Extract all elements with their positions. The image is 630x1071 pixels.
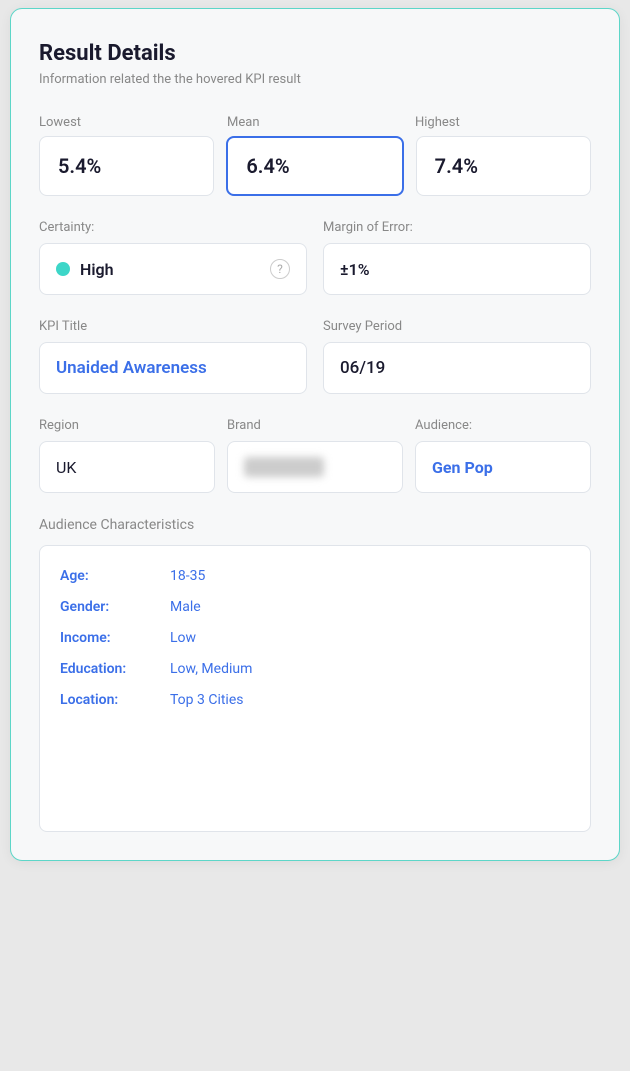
survey-label: Survey Period (323, 319, 591, 334)
survey-box: 06/19 (323, 342, 591, 394)
kpi-section: KPI Title Unaided Awareness (39, 319, 307, 394)
margin-box: ±1% (323, 243, 591, 295)
highest-label: Highest (415, 115, 591, 130)
margin-label: Margin of Error: (323, 220, 591, 235)
lowest-value: 5.4% (58, 154, 101, 178)
card-subtitle: Information related the the hovered KPI … (39, 72, 591, 87)
audience-row-label: Location: (60, 690, 170, 711)
margin-value: ±1% (340, 260, 370, 279)
audience-row-label: Education: (60, 659, 170, 680)
audience-row-value: Male (170, 597, 252, 618)
audience-row-value: 18-35 (170, 566, 252, 587)
audience-row-value: Low, Medium (170, 659, 252, 680)
kpi-value: Unaided Awareness (56, 358, 207, 378)
audience-row-label: Income: (60, 628, 170, 649)
stat-labels-row: Lowest Mean Highest (39, 115, 591, 130)
card-title: Result Details (39, 41, 591, 66)
lowest-value-box: 5.4% (39, 136, 214, 196)
certainty-section: Certainty: High ? (39, 220, 307, 295)
region-section: Region UK (39, 418, 215, 493)
survey-section: Survey Period 06/19 (323, 319, 591, 394)
audience-row-label: Age: (60, 566, 170, 587)
audience-field-value: Gen Pop (432, 458, 493, 477)
certainty-help-icon[interactable]: ? (270, 259, 290, 279)
result-details-card: Result Details Information related the t… (10, 8, 620, 861)
audience-field-label: Audience: (415, 418, 591, 433)
audience-labels-col: Age: Gender: Income: Education: Location: (60, 566, 170, 711)
highest-value: 7.4% (435, 154, 478, 178)
region-value: UK (56, 458, 76, 477)
margin-section: Margin of Error: ±1% (323, 220, 591, 295)
brand-box (227, 441, 403, 493)
mean-label: Mean (227, 115, 403, 130)
audience-values-col: 18-35 Male Low Low, Medium Top 3 Cities (170, 566, 252, 711)
certainty-label: Certainty: (39, 220, 307, 235)
audience-field-box: Gen Pop (415, 441, 591, 493)
lowest-label: Lowest (39, 115, 215, 130)
brand-section: Brand (227, 418, 403, 493)
audience-row-label: Gender: (60, 597, 170, 618)
certainty-value: High (80, 260, 260, 279)
audience-row-value: Top 3 Cities (170, 690, 252, 711)
mean-value-box: 6.4% (226, 136, 403, 196)
audience-row-value: Low (170, 628, 252, 649)
certainty-dot (56, 262, 70, 276)
kpi-box: Unaided Awareness (39, 342, 307, 394)
region-label: Region (39, 418, 215, 433)
region-brand-audience-row: Region UK Brand Audience: Gen Pop (39, 418, 591, 493)
audience-field-section: Audience: Gen Pop (415, 418, 591, 493)
kpi-survey-row: KPI Title Unaided Awareness Survey Perio… (39, 319, 591, 394)
region-box: UK (39, 441, 215, 493)
mean-value: 6.4% (246, 154, 289, 178)
highest-value-box: 7.4% (416, 136, 591, 196)
brand-label: Brand (227, 418, 403, 433)
certainty-box: High ? (39, 243, 307, 295)
kpi-label: KPI Title (39, 319, 307, 334)
audience-characteristics-section: Audience Characteristics Age: Gender: Inco… (39, 517, 591, 832)
stat-values-row: 5.4% 6.4% 7.4% (39, 136, 591, 196)
brand-value-blurred (244, 457, 324, 477)
survey-value: 06/19 (340, 358, 385, 378)
certainty-margin-row: Certainty: High ? Margin of Error: ±1% (39, 220, 591, 295)
audience-characteristics-table: Age: Gender: Income: Education: Location: 18… (39, 545, 591, 832)
audience-characteristics-title: Audience Characteristics (39, 517, 591, 533)
